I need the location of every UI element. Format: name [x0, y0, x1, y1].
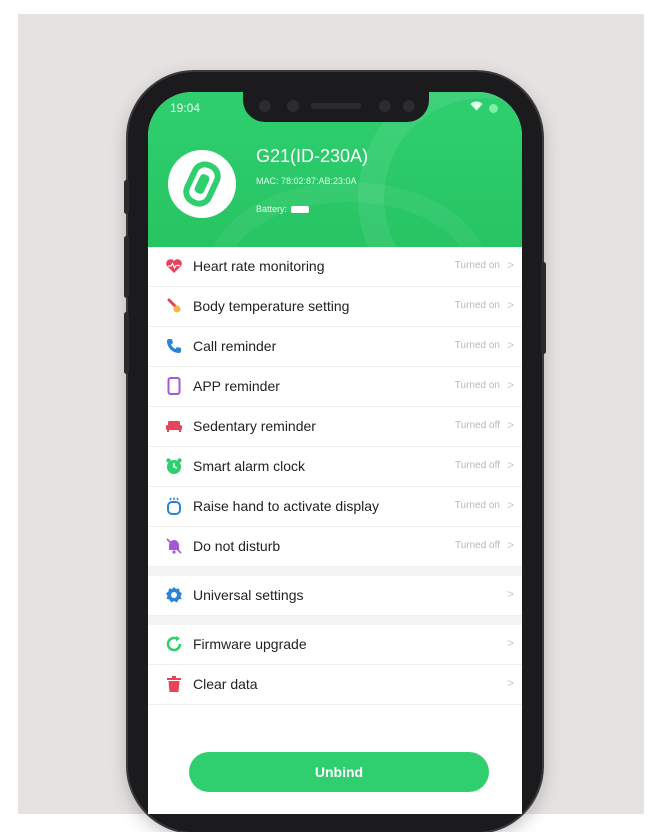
- notch-sensor-2: [379, 100, 391, 112]
- power-button: [541, 262, 546, 354]
- battery-icon: [489, 103, 498, 113]
- setting-label: Body temperature setting: [193, 298, 350, 314]
- chevron-right-icon: >: [506, 338, 514, 352]
- thermometer-icon: [165, 297, 183, 315]
- status-indicators: [470, 101, 498, 114]
- chevron-right-icon: >: [506, 587, 514, 601]
- unbind-button[interactable]: Unbind: [189, 752, 489, 792]
- device-mac: MAC: 78:02:87:AB:23:0A: [256, 176, 357, 186]
- mute-switch: [124, 180, 129, 214]
- settings-list: Heart rate monitoring Turned on > Body t…: [148, 247, 522, 705]
- notch-sensor: [259, 100, 271, 112]
- setting-clear-data[interactable]: Clear data >: [148, 665, 522, 705]
- status-time: 19:04: [170, 101, 201, 115]
- section-divider: [148, 616, 522, 625]
- setting-status: Turned on: [454, 260, 500, 271]
- setting-label: Smart alarm clock: [193, 458, 306, 474]
- device-header: 19:04 G21(ID-230A) MAC: 78:02:87:AB:23:0: [148, 92, 522, 247]
- smartphone-icon: [165, 377, 183, 395]
- setting-label: Heart rate monitoring: [193, 258, 325, 274]
- trash-icon: [165, 675, 183, 693]
- volume-up-button: [124, 236, 129, 298]
- device-name: G21(ID-230A): [256, 146, 369, 166]
- app-screen: 19:04 G21(ID-230A) MAC: 78:02:87:AB:23:0: [148, 92, 522, 814]
- section-divider: [148, 567, 522, 576]
- setting-label: Call reminder: [193, 338, 277, 354]
- screen-notch: [243, 92, 429, 122]
- refresh-icon: [165, 635, 183, 653]
- setting-status: Turned off: [454, 540, 500, 551]
- setting-sedentary-reminder[interactable]: Sedentary reminder Turned off >: [148, 407, 522, 447]
- setting-label: Universal settings: [193, 587, 304, 603]
- notch-sensor-3: [403, 100, 415, 112]
- chevron-right-icon: >: [506, 298, 514, 312]
- notch-camera: [287, 100, 299, 112]
- watch-logo-icon: [183, 161, 221, 207]
- chevron-right-icon: >: [506, 258, 514, 272]
- setting-call-reminder[interactable]: Call reminder Turned on >: [148, 327, 522, 367]
- setting-status: Turned on: [454, 340, 500, 351]
- bell-off-icon: [165, 537, 183, 555]
- setting-status: Turned off: [454, 420, 500, 431]
- sofa-icon: [165, 417, 183, 435]
- setting-label: Firmware upgrade: [193, 636, 307, 652]
- setting-heart-rate[interactable]: Heart rate monitoring Turned on >: [148, 247, 522, 287]
- volume-down-button: [124, 312, 129, 374]
- battery-label: Battery:: [256, 204, 288, 214]
- setting-raise-hand[interactable]: Raise hand to activate display Turned on…: [148, 487, 522, 527]
- setting-label: Do not disturb: [193, 538, 281, 554]
- setting-body-temperature[interactable]: Body temperature setting Turned on >: [148, 287, 522, 327]
- raise-hand-icon: [165, 497, 183, 515]
- setting-status: Turned on: [454, 300, 500, 311]
- setting-do-not-disturb[interactable]: Do not disturb Turned off >: [148, 527, 522, 567]
- chevron-right-icon: >: [506, 676, 514, 690]
- setting-universal[interactable]: Universal settings >: [148, 576, 522, 616]
- battery-level-icon: [291, 206, 310, 214]
- setting-app-reminder[interactable]: APP reminder Turned on >: [148, 367, 522, 407]
- setting-status: Turned on: [454, 380, 500, 391]
- device-avatar: [168, 150, 236, 218]
- chevron-right-icon: >: [506, 498, 514, 512]
- chevron-right-icon: >: [506, 538, 514, 552]
- setting-smart-alarm[interactable]: Smart alarm clock Turned off >: [148, 447, 522, 487]
- setting-label: APP reminder: [193, 378, 280, 394]
- alarm-clock-icon: [165, 457, 183, 475]
- chevron-right-icon: >: [506, 418, 514, 432]
- heart-icon: [165, 257, 183, 275]
- notch-speaker: [311, 103, 361, 109]
- setting-label: Raise hand to activate display: [193, 498, 379, 514]
- setting-label: Sedentary reminder: [193, 418, 316, 434]
- setting-status: Turned off: [454, 460, 500, 471]
- setting-firmware-upgrade[interactable]: Firmware upgrade >: [148, 625, 522, 665]
- chevron-right-icon: >: [506, 458, 514, 472]
- device-battery: Battery:: [256, 204, 310, 214]
- setting-status: Turned on: [454, 500, 500, 511]
- setting-label: Clear data: [193, 676, 258, 692]
- chevron-right-icon: >: [506, 636, 514, 650]
- gear-icon: [165, 586, 183, 604]
- phone-icon: [165, 337, 183, 355]
- wifi-icon: [470, 101, 486, 114]
- chevron-right-icon: >: [506, 378, 514, 392]
